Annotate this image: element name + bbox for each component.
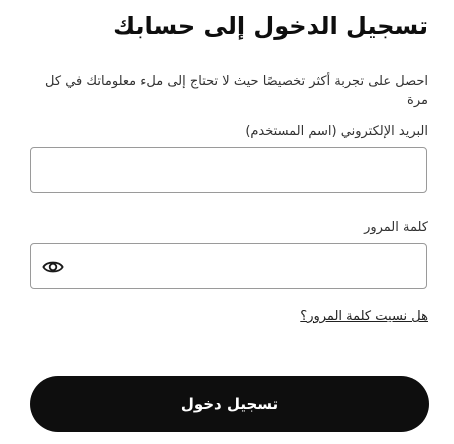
eye-icon[interactable] — [42, 256, 64, 278]
login-button[interactable]: تسجيل دخول — [30, 376, 429, 432]
page-subtitle: احصل على تجربة أكثر تخصيصًا حيث لا تحتاج… — [45, 74, 428, 108]
password-field[interactable] — [31, 244, 426, 288]
email-field[interactable] — [31, 148, 426, 192]
password-label: كلمة المرور — [364, 220, 428, 235]
forgot-password-link[interactable]: هل نسيت كلمة المرور؟ — [300, 309, 428, 324]
email-label: البريد الإلكتروني (اسم المستخدم) — [245, 124, 428, 139]
login-page: تسجيل الدخول إلى حسابك احصل على تجربة أك… — [0, 0, 454, 444]
password-field-box — [30, 243, 427, 289]
page-title: تسجيل الدخول إلى حسابك — [113, 12, 428, 40]
email-field-box — [30, 147, 427, 193]
